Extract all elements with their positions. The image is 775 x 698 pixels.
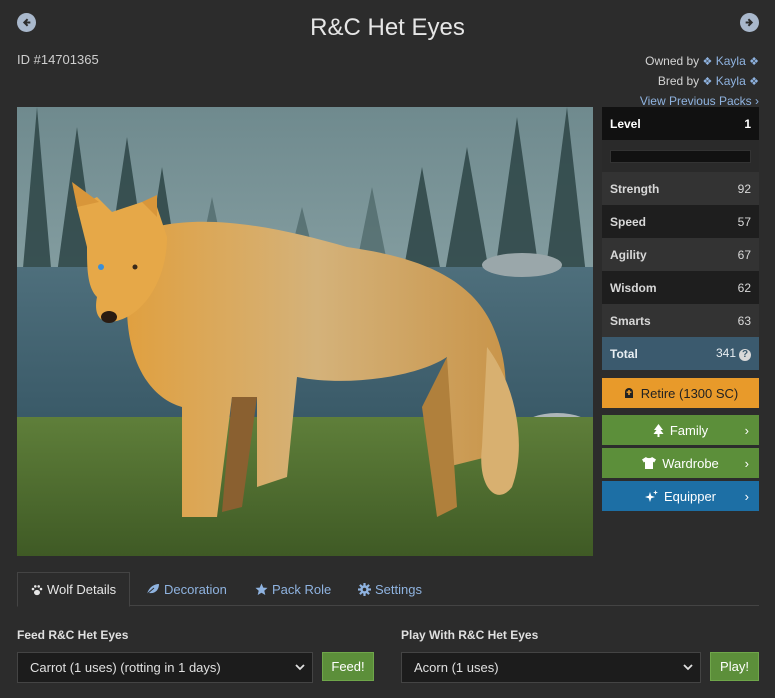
stat-row-smarts: Smarts 63	[602, 304, 759, 337]
diamond-icon: ❖	[702, 56, 713, 68]
level-label: Level	[610, 116, 641, 131]
paw-icon	[31, 584, 43, 596]
stats-panel: Level 1 Strength 92 Speed 57 Agility 67 …	[602, 107, 759, 370]
diamond-icon: ❖	[749, 76, 759, 88]
wardrobe-label: Wardrobe	[662, 455, 719, 471]
stat-value: 62	[737, 280, 751, 295]
play-button[interactable]: Play!	[710, 652, 759, 681]
sparkle-icon	[644, 489, 658, 503]
retire-label: Retire (1300 SC)	[640, 385, 739, 401]
chevron-right-icon: ›	[744, 422, 749, 438]
stat-label: Agility	[610, 247, 647, 262]
chevron-right-icon: ›	[744, 455, 749, 471]
shirt-icon	[642, 457, 657, 469]
chevron-down-icon	[295, 664, 305, 671]
breeder-link[interactable]: Kayla	[716, 74, 746, 88]
owned-by-prefix: Owned by	[645, 54, 700, 68]
play-item-select[interactable]: Acorn (1 uses)	[401, 652, 701, 683]
bred-by-prefix: Bred by	[657, 74, 700, 88]
feed-section-label: Feed R&C Het Eyes	[17, 628, 129, 642]
stat-value: 92	[737, 181, 751, 196]
total-label: Total	[610, 346, 638, 361]
ownership-info: Owned by ❖ Kayla ❖ Bred by ❖ Kayla ❖ Vie…	[640, 52, 759, 111]
star-icon	[255, 583, 268, 596]
bred-by-line: Bred by ❖ Kayla ❖	[640, 72, 759, 92]
equipper-label: Equipper	[663, 488, 717, 504]
help-icon[interactable]: ?	[739, 349, 751, 361]
stat-row-strength: Strength 92	[602, 172, 759, 205]
tombstone-icon	[623, 387, 635, 399]
family-label: Family	[669, 422, 709, 438]
stat-label: Wisdom	[610, 280, 657, 295]
family-button[interactable]: Family ›	[602, 415, 759, 445]
wardrobe-button[interactable]: Wardrobe ›	[602, 448, 759, 478]
tab-label: Pack Role	[272, 581, 332, 597]
leaf-icon	[146, 583, 160, 595]
feed-button[interactable]: Feed!	[322, 652, 374, 681]
tab-label: Settings	[375, 581, 422, 597]
equipper-button[interactable]: Equipper ›	[602, 481, 759, 511]
tree-icon	[653, 423, 664, 437]
feed-item-select[interactable]: Carrot (1 uses) (rotting in 1 days)	[17, 652, 313, 683]
tab-pack-role[interactable]: Pack Role	[255, 572, 331, 606]
level-value: 1	[744, 116, 751, 131]
feed-selected-value: Carrot (1 uses) (rotting in 1 days)	[30, 660, 221, 675]
wolf-id: ID #14701365	[17, 52, 99, 67]
stat-label: Strength	[610, 181, 660, 196]
stat-row-total: Total 341?	[602, 337, 759, 370]
level-row: Level 1	[602, 107, 759, 140]
chevron-right-icon: ›	[744, 488, 749, 504]
play-section-label: Play With R&C Het Eyes	[401, 628, 539, 642]
stat-row-speed: Speed 57	[602, 205, 759, 238]
gear-icon	[358, 582, 371, 596]
stat-label: Speed	[610, 214, 647, 229]
owner-link[interactable]: Kayla	[716, 54, 746, 68]
experience-row	[602, 140, 759, 172]
owned-by-line: Owned by ❖ Kayla ❖	[640, 52, 759, 72]
chevron-right-icon: ›	[755, 94, 759, 108]
stat-row-agility: Agility 67	[602, 238, 759, 271]
stat-value: 67	[737, 247, 751, 262]
stat-label: Smarts	[610, 313, 651, 328]
experience-bar	[610, 149, 751, 163]
diamond-icon: ❖	[749, 56, 759, 68]
tab-bar: Wolf Details Decoration Pack Role Settin…	[17, 572, 759, 607]
stat-value: 57	[737, 214, 751, 229]
stat-row-wisdom: Wisdom 62	[602, 271, 759, 304]
tab-wolf-details[interactable]: Wolf Details	[17, 572, 131, 607]
tab-label: Wolf Details	[47, 582, 117, 597]
play-selected-value: Acorn (1 uses)	[414, 660, 499, 675]
tab-label: Decoration	[164, 581, 227, 597]
tab-settings[interactable]: Settings	[358, 572, 422, 606]
previous-packs-link[interactable]: View Previous Packs	[640, 94, 752, 108]
chevron-down-icon	[683, 664, 693, 671]
diamond-icon: ❖	[702, 76, 713, 88]
tab-decoration[interactable]: Decoration	[146, 572, 227, 606]
stat-value: 63	[737, 313, 751, 328]
wolf-image	[17, 107, 593, 556]
retire-button[interactable]: Retire (1300 SC)	[602, 378, 759, 408]
total-value-wrap: 341?	[716, 346, 751, 361]
total-value: 341	[715, 346, 736, 360]
page-title: R&C Het Eyes	[310, 14, 465, 41]
